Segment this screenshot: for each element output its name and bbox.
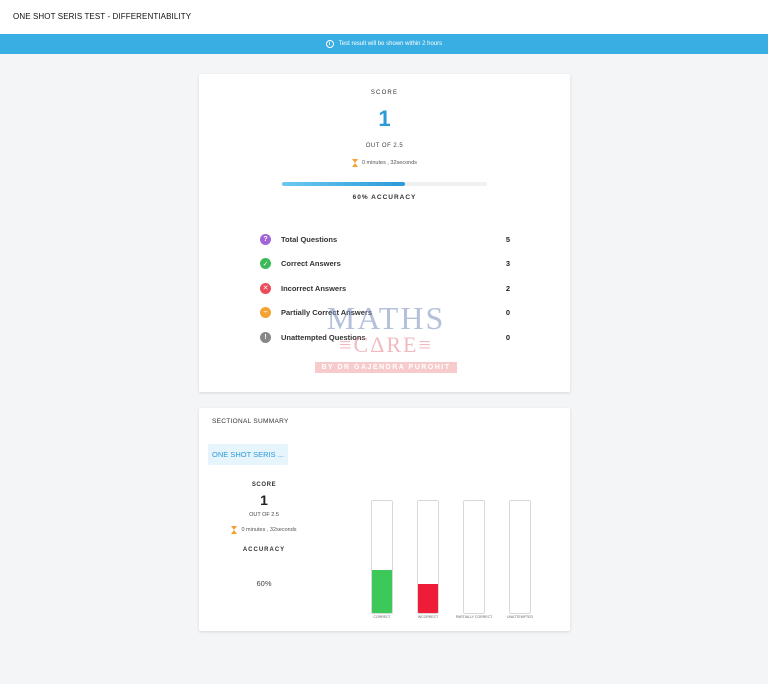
chart-tick-label: UNATTEMPTED — [507, 615, 533, 619]
banner-text: Test result will be shown within 2 hours — [338, 41, 443, 47]
question-icon: ? — [260, 233, 271, 245]
section-accuracy-label: ACCURACY — [242, 547, 286, 553]
sectional-title: SECTIONAL SUMMARY — [212, 418, 289, 425]
accuracy-label: 60% ACCURACY — [352, 194, 417, 201]
watermark-logo: MATHS ≡CΔRE≡ BY DR GAJENDRA PUROHIT — [313, 302, 459, 374]
section-score-panel: SCORE 1 OUT OF 2.5 0 minutes , 32seconds… — [214, 482, 314, 588]
result-banner: Test result will be shown within 2 hours — [0, 34, 768, 54]
hourglass-icon — [351, 159, 358, 167]
section-score-value: 1 — [260, 492, 268, 508]
page-title: ONE SHOT SERIS TEST - DIFFERENTIABILITY — [13, 12, 192, 21]
section-time: 0 minutes , 32seconds — [214, 526, 314, 534]
hourglass-icon — [231, 526, 238, 534]
stat-label: Total Questions — [281, 234, 338, 244]
exclamation-icon: ! — [260, 331, 271, 343]
sectional-summary-card: SECTIONAL SUMMARY ONE SHOT SERIS ... SCO… — [199, 408, 570, 631]
stat-row: ✓ Correct Answers 3 — [260, 252, 510, 277]
top-bar: ONE SHOT SERIS TEST - DIFFERENTIABILITY — [0, 0, 768, 34]
watermark-line2: ≡CΔRE≡ — [339, 332, 433, 357]
stat-value: 0 — [505, 308, 510, 318]
stat-value: 0 — [505, 332, 510, 342]
score-card: SCORE 1 OUT OF 2.5 0 minutes , 32seconds… — [199, 74, 570, 392]
stat-label: Incorrect Answers — [281, 283, 347, 293]
chart-bar-fill — [372, 569, 392, 613]
watermark-line1: MATHS — [326, 300, 446, 336]
section-out-of: OUT OF 2.5 — [249, 512, 279, 518]
accuracy-progress — [282, 182, 487, 186]
info-icon — [325, 40, 334, 48]
chart-bar-incorrect — [417, 500, 439, 614]
accuracy-progress-fill — [282, 182, 405, 186]
chart-bar-correct — [371, 500, 393, 614]
section-time-text: 0 minutes , 32seconds — [241, 527, 297, 533]
score-value: 1 — [378, 106, 391, 131]
cross-icon: ✕ — [260, 282, 271, 294]
chart-tick-label: CORRECT — [373, 615, 391, 619]
stat-value: 5 — [505, 234, 510, 244]
score-label: SCORE — [370, 90, 399, 96]
chart-bar-unattempted — [509, 500, 531, 614]
check-icon: ✓ — [260, 258, 271, 270]
out-of-label: OUT OF 2.5 — [365, 143, 404, 149]
stat-row: ✕ Incorrect Answers 2 — [260, 276, 510, 301]
chart-tick-label: INCORRECT — [417, 615, 439, 619]
section-score-label: SCORE — [251, 482, 277, 488]
chart-bar-partially-correct — [463, 500, 485, 614]
section-accuracy-value: 60% — [256, 579, 272, 588]
stat-label: Correct Answers — [281, 259, 341, 269]
stat-value: 2 — [505, 283, 510, 293]
watermark-line3: BY DR GAJENDRA PUROHIT — [315, 362, 457, 373]
section-tab[interactable]: ONE SHOT SERIS ... — [208, 444, 288, 465]
chart-tick-label: PARTIALLY CORRECT — [455, 615, 493, 619]
stat-value: 3 — [505, 259, 510, 269]
stat-row: ? Total Questions 5 — [260, 227, 510, 252]
time-text: 0 minutes , 32seconds — [361, 160, 418, 166]
partial-icon: – — [260, 307, 271, 319]
time-taken: 0 minutes , 32seconds — [199, 159, 570, 167]
section-bar-chart: CORRECT INCORRECT PARTIALLY CORRECT UNATTEM… — [369, 500, 539, 634]
chart-bar-fill — [418, 583, 438, 613]
